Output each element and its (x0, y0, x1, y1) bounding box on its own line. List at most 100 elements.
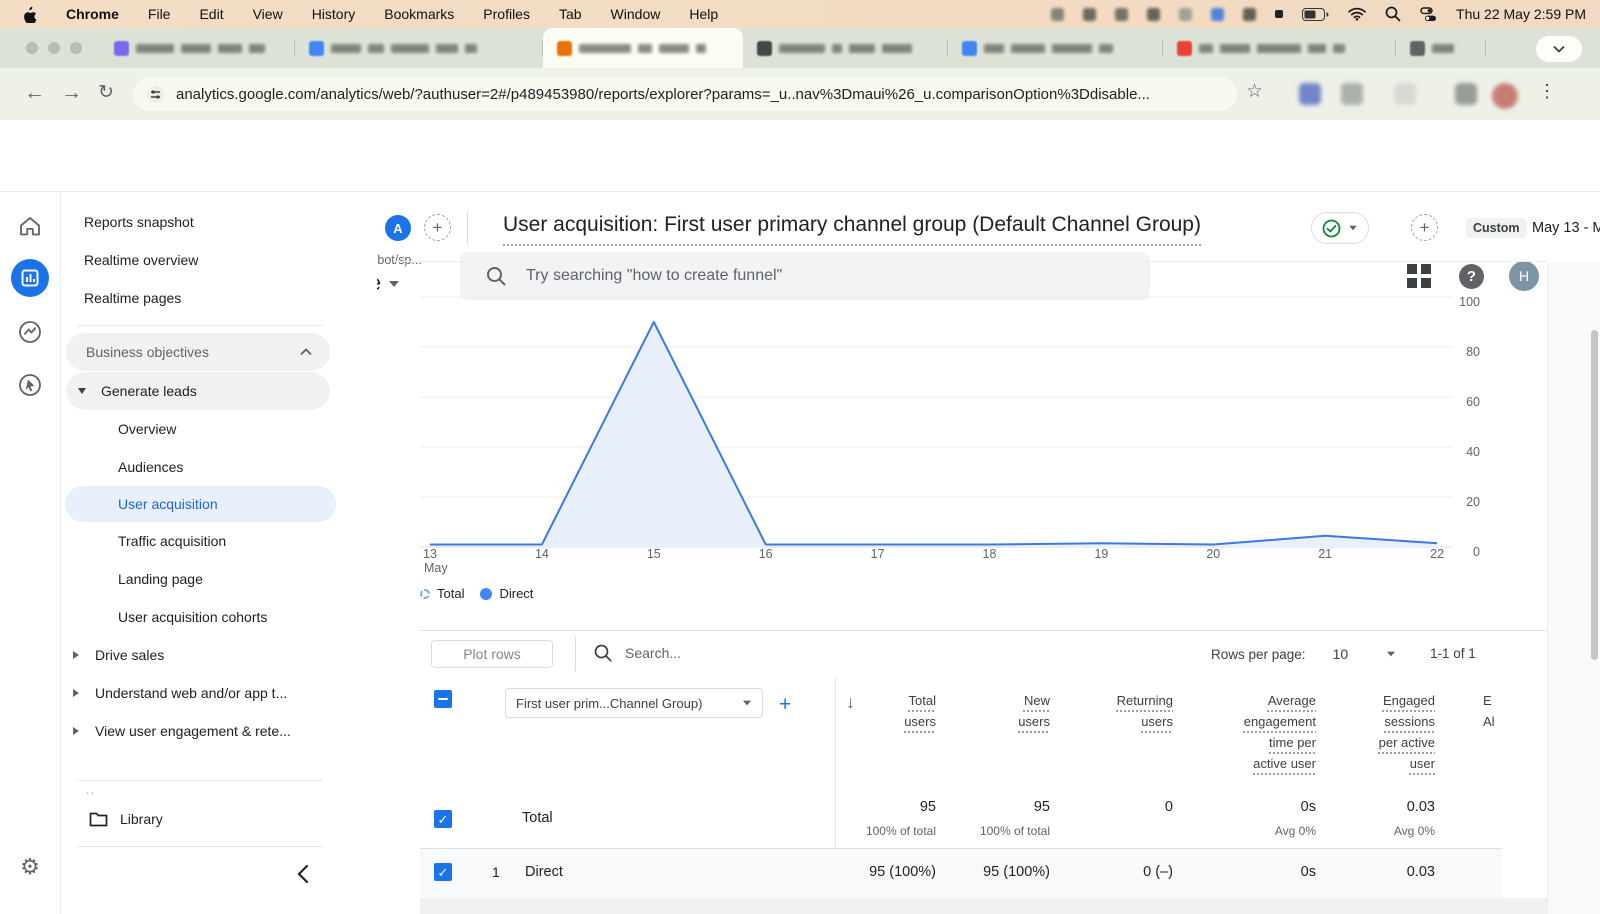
menu-item-chrome[interactable]: Chrome (66, 6, 119, 22)
sidebar-item-realtime-overview[interactable]: Realtime overview (61, 241, 377, 279)
plot-rows-button[interactable]: Plot rows (431, 640, 553, 668)
close-window-button[interactable] (26, 42, 38, 54)
explore-icon[interactable] (18, 320, 42, 344)
legend-direct[interactable]: Direct (480, 586, 533, 601)
reload-button[interactable]: ↻ (98, 81, 114, 104)
table-search[interactable]: Search... (594, 644, 681, 662)
sidebar-item-audiences[interactable]: Audiences (61, 448, 377, 486)
status-app-icon[interactable] (1179, 8, 1192, 21)
dimension-selector[interactable]: First user prim...Channel Group) (505, 688, 763, 718)
status-app-icon[interactable] (1243, 8, 1256, 21)
advertising-icon[interactable] (18, 373, 42, 397)
search-icon (594, 644, 612, 662)
sidebar-item-reports-snapshot[interactable]: Reports snapshot (61, 203, 377, 241)
profile-avatar[interactable] (1492, 83, 1518, 109)
chrome-menu-icon[interactable]: ⋮ (1538, 81, 1556, 102)
legend-total[interactable]: Total (420, 586, 464, 601)
wifi-icon[interactable] (1348, 7, 1366, 21)
sidebar-item-user-acquisition-cohorts[interactable]: User acquisition cohorts (61, 598, 377, 636)
nav-item-label: Generate leads (101, 383, 197, 399)
reports-icon[interactable] (11, 259, 49, 297)
forward-button[interactable]: → (61, 81, 82, 105)
site-settings-icon[interactable] (147, 86, 164, 103)
comparison-chip[interactable]: A (385, 215, 411, 241)
menu-item-history[interactable]: History (312, 6, 356, 22)
redacted-tab-title (659, 44, 689, 53)
browser-tab[interactable] (295, 28, 543, 68)
sidebar-item-drive-sales[interactable]: Drive sales (61, 636, 377, 674)
page-scrollbar[interactable] (1591, 330, 1598, 660)
menu-item-tab[interactable]: Tab (559, 6, 582, 22)
menu-items: File Edit View History Bookmarks Profiles Tab W… (148, 6, 718, 22)
menu-item-bookmarks[interactable]: Bookmarks (384, 6, 454, 22)
admin-gear-icon[interactable]: ⚙ (20, 854, 40, 880)
add-comparison-button[interactable]: + (424, 214, 451, 241)
sidebar-item-traffic-acquisition[interactable]: Traffic acquisition (61, 522, 377, 560)
extension-icon[interactable] (1341, 83, 1363, 105)
browser-tab-active[interactable] (543, 28, 743, 68)
status-app-icon[interactable] (1275, 10, 1283, 18)
minimize-window-button[interactable] (48, 42, 60, 54)
menu-item-edit[interactable]: Edit (199, 6, 223, 22)
apple-logo-icon[interactable] (22, 5, 37, 23)
status-app-icon[interactable] (1083, 8, 1096, 21)
control-center-icon[interactable] (1420, 6, 1437, 23)
date-range-picker[interactable]: May 13 - M (1532, 220, 1600, 236)
redacted-tab-title (849, 44, 875, 53)
svg-text:20: 20 (1466, 495, 1480, 509)
status-app-icon[interactable] (1211, 8, 1224, 21)
bookmark-star-icon[interactable]: ☆ (1246, 80, 1263, 103)
sidebar-item-view-user-engagement-rete[interactable]: View user engagement & rete... (61, 712, 377, 750)
sidebar-item-generate-leads[interactable]: Generate leads (66, 372, 330, 410)
status-app-icon[interactable] (1115, 8, 1128, 21)
browser-tab[interactable] (1396, 28, 1486, 68)
rows-per-page-dropdown-icon[interactable] (1387, 652, 1395, 657)
select-all-checkbox[interactable] (434, 690, 452, 708)
browser-tab[interactable] (743, 28, 948, 68)
address-bar[interactable]: analytics.google.com/analytics/web/?auth… (133, 77, 1237, 111)
status-app-icon[interactable] (1051, 8, 1064, 21)
spotlight-search-icon[interactable] (1385, 6, 1401, 22)
extension-icon[interactable] (1299, 83, 1321, 105)
redacted-tab-title (1220, 44, 1250, 53)
add-report-button[interactable]: + (1411, 214, 1438, 241)
sidebar-item-overview[interactable]: Overview (61, 410, 377, 448)
menu-item-help[interactable]: Help (689, 6, 718, 22)
menu-item-view[interactable]: View (253, 6, 283, 22)
sidebar-item-understand-web-and-or-app-t[interactable]: Understand web and/or app t... (61, 674, 377, 712)
zoom-window-button[interactable] (70, 42, 82, 54)
battery-icon[interactable] (1302, 8, 1329, 21)
sidebar-item-library[interactable]: Library (61, 800, 377, 838)
column-header-returning-users[interactable]: Returningusers (1023, 690, 1173, 732)
extension-icon[interactable] (1455, 83, 1477, 105)
browser-tab[interactable] (100, 28, 295, 68)
collapse-sidebar-icon[interactable] (296, 864, 310, 884)
extension-icon[interactable] (1394, 83, 1416, 105)
redacted-tab-title (391, 44, 429, 53)
menu-item-file[interactable]: File (148, 6, 171, 22)
browser-tab[interactable] (948, 28, 1163, 68)
home-icon[interactable] (19, 216, 41, 236)
redacted-tab-title (638, 44, 652, 53)
browser-tab[interactable] (1163, 28, 1396, 68)
column-header-engaged-sessions-per-active-user[interactable]: Engagedsessionsper activeuser (1285, 690, 1435, 774)
direct-row-checkbox[interactable]: ✓ (434, 863, 452, 881)
sidebar-item-business-objectives[interactable]: Business objectives (66, 333, 330, 371)
account-avatar[interactable]: H (1509, 261, 1539, 291)
sidebar-item-realtime-pages[interactable]: Realtime pages (61, 279, 377, 317)
rows-per-page-value[interactable]: 10 (1333, 646, 1349, 662)
back-button[interactable]: ← (24, 81, 45, 105)
menu-item-window[interactable]: Window (611, 6, 661, 22)
menu-bar-status-area: Thu 22 May 2:59 PM (1051, 6, 1600, 23)
tab-search-button[interactable] (1536, 36, 1582, 62)
svg-text:16: 16 (759, 547, 773, 561)
total-row-checkbox[interactable]: ✓ (434, 810, 452, 828)
sidebar-item-landing-page[interactable]: Landing page (61, 560, 377, 598)
status-app-icon[interactable] (1147, 8, 1160, 21)
report-title[interactable]: User acquisition: First user primary cha… (503, 213, 1201, 246)
menu-bar-clock[interactable]: Thu 22 May 2:59 PM (1456, 6, 1586, 22)
menu-item-profiles[interactable]: Profiles (483, 6, 530, 22)
legend-total-label: Total (437, 586, 464, 601)
report-status-button[interactable] (1311, 212, 1369, 244)
sidebar-item-user-acquisition[interactable]: User acquisition (65, 486, 336, 522)
